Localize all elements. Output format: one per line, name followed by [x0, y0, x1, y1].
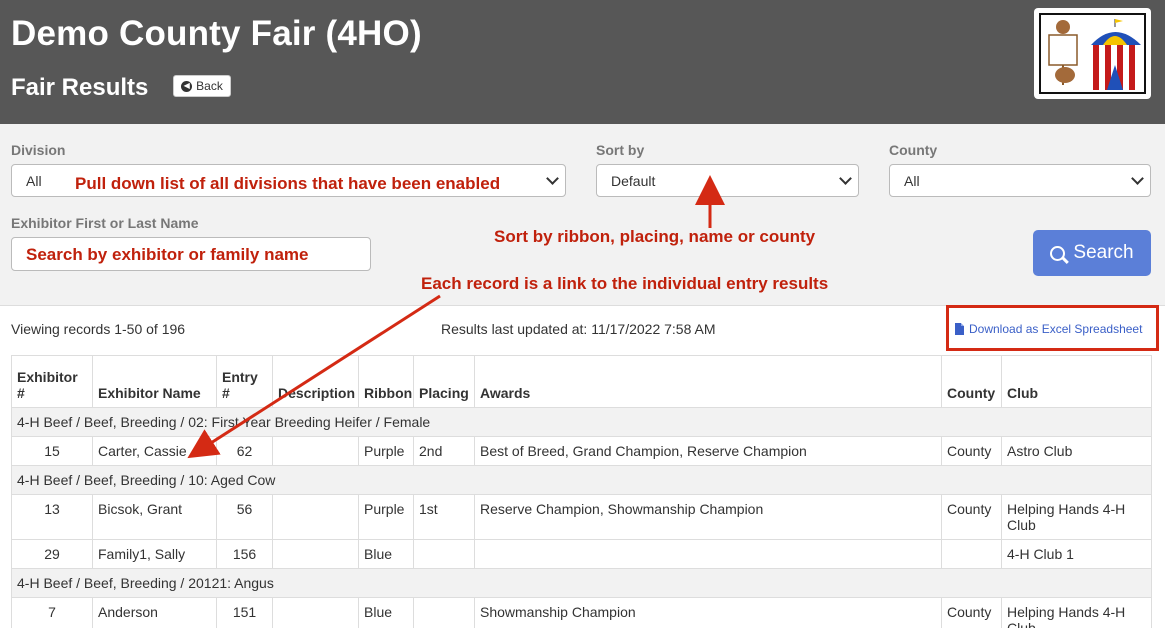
col-description[interactable]: Description — [272, 355, 359, 408]
cell-ribbon: Blue — [358, 539, 414, 569]
cell-exhibitor-name: Bicsok, Grant — [92, 494, 217, 540]
back-button[interactable]: ◀ Back — [173, 75, 231, 97]
last-updated: Results last updated at: 11/17/2022 7:58… — [441, 321, 716, 337]
download-excel-link[interactable]: Download as Excel Spreadsheet — [955, 322, 1142, 336]
table-row[interactable]: 29 Family1, Sally 156 Blue 4-H Club 1 — [11, 539, 1152, 569]
cell-county: County — [941, 597, 1002, 628]
table-row[interactable]: 15 Carter, Cassie 62 Purple 2nd Best of … — [11, 436, 1152, 466]
col-club[interactable]: Club — [1001, 355, 1152, 408]
sort-annotation: Sort by ribbon, placing, name or county — [494, 227, 816, 246]
cell-club: 4-H Club 1 — [1001, 539, 1152, 569]
col-entry-num[interactable]: Entry # — [216, 355, 273, 408]
cell-entry-num: 56 — [216, 494, 273, 540]
cell-ribbon: Purple — [358, 436, 414, 466]
cell-entry-num: 62 — [216, 436, 273, 466]
cell-entry-num: 151 — [216, 597, 273, 628]
back-label: Back — [196, 79, 223, 93]
cell-awards — [474, 539, 942, 569]
col-placing[interactable]: Placing — [413, 355, 475, 408]
table-row[interactable]: 7 Anderson 151 Blue Showmanship Champion… — [11, 597, 1152, 628]
cell-club: Helping Hands 4-H Club — [1001, 597, 1152, 628]
download-label: Download as Excel Spreadsheet — [969, 322, 1143, 336]
cell-exhibitor-num: 29 — [11, 539, 93, 569]
chevron-down-icon — [839, 172, 852, 185]
table-row[interactable]: 13 Bicsok, Grant 56 Purple 1st Reserve C… — [11, 494, 1152, 540]
cell-placing — [413, 539, 475, 569]
record-annotation: Each record is a link to the individual … — [421, 274, 829, 293]
sortby-value: Default — [611, 172, 656, 189]
chevron-down-icon — [1131, 172, 1144, 185]
cell-club: Helping Hands 4-H Club — [1001, 494, 1152, 540]
col-ribbon[interactable]: Ribbon — [358, 355, 414, 408]
col-exhibitor-name[interactable]: Exhibitor Name — [92, 355, 217, 408]
cell-club: Astro Club — [1001, 436, 1152, 466]
cell-exhibitor-num: 15 — [11, 436, 93, 466]
cell-placing — [413, 597, 475, 628]
table-header-row: Exhibitor # Exhibitor Name Entry # Descr… — [11, 355, 1152, 408]
cell-awards: Reserve Champion, Showmanship Champion — [474, 494, 942, 540]
results-table: Exhibitor # Exhibitor Name Entry # Descr… — [11, 355, 1152, 628]
document-icon — [955, 323, 964, 335]
sortby-label: Sort by — [596, 142, 645, 158]
division-group-row: 4-H Beef / Beef, Breeding / 10: Aged Cow — [11, 465, 1152, 495]
page-header: Demo County Fair (4HO) Fair Results ◀ Ba… — [0, 0, 1165, 124]
division-group-row: 4-H Beef / Beef, Breeding / 02: First Ye… — [11, 407, 1152, 437]
division-value: All — [26, 172, 42, 189]
fair-logo — [1034, 8, 1151, 99]
col-awards[interactable]: Awards — [474, 355, 942, 408]
fair-title: Demo County Fair (4HO) — [11, 14, 422, 53]
county-value: All — [904, 172, 920, 189]
cell-description — [272, 597, 359, 628]
division-label: Division — [11, 142, 66, 158]
col-county[interactable]: County — [941, 355, 1002, 408]
cell-exhibitor-num: 13 — [11, 494, 93, 540]
exhibitor-label: Exhibitor First or Last Name — [11, 215, 199, 231]
cell-county: County — [941, 436, 1002, 466]
cell-placing: 2nd — [413, 436, 475, 466]
cell-exhibitor-name: Family1, Sally — [92, 539, 217, 569]
search-button[interactable]: Search — [1033, 230, 1151, 276]
cell-ribbon: Purple — [358, 494, 414, 540]
back-arrow-icon: ◀ — [181, 80, 193, 92]
col-exhibitor-num[interactable]: Exhibitor # — [11, 355, 93, 408]
county-select[interactable]: All — [889, 164, 1151, 197]
cell-description — [272, 494, 359, 540]
cell-exhibitor-name: Anderson — [92, 597, 217, 628]
search-annotation: Search by exhibitor or family name — [26, 245, 309, 264]
cell-county: County — [941, 494, 1002, 540]
page-title: Fair Results — [11, 74, 149, 101]
sortby-select[interactable]: Default — [596, 164, 859, 197]
division-group-label: 4-H Beef / Beef, Breeding / 20121: Angus — [11, 568, 1152, 598]
cell-exhibitor-name: Carter, Cassie — [92, 436, 217, 466]
record-count: Viewing records 1-50 of 196 — [11, 321, 186, 337]
circus-tent-logo-icon — [1048, 19, 1141, 90]
cell-awards: Best of Breed, Grand Champion, Reserve C… — [474, 436, 942, 466]
cell-exhibitor-num: 7 — [11, 597, 93, 628]
chevron-down-icon — [546, 172, 559, 185]
division-group-label: 4-H Beef / Beef, Breeding / 02: First Ye… — [11, 407, 1152, 437]
cell-entry-num: 156 — [216, 539, 273, 569]
cell-county — [941, 539, 1002, 569]
cell-ribbon: Blue — [358, 597, 414, 628]
search-icon — [1050, 245, 1066, 261]
division-group-label: 4-H Beef / Beef, Breeding / 10: Aged Cow — [11, 465, 1152, 495]
division-annotation: Pull down list of all divisions that hav… — [75, 174, 501, 193]
cell-description — [272, 436, 359, 466]
division-group-row: 4-H Beef / Beef, Breeding / 20121: Angus — [11, 568, 1152, 598]
cell-placing: 1st — [413, 494, 475, 540]
search-button-label: Search — [1073, 242, 1134, 263]
cell-awards: Showmanship Champion — [474, 597, 942, 628]
county-label: County — [889, 142, 938, 158]
cell-description — [272, 539, 359, 569]
